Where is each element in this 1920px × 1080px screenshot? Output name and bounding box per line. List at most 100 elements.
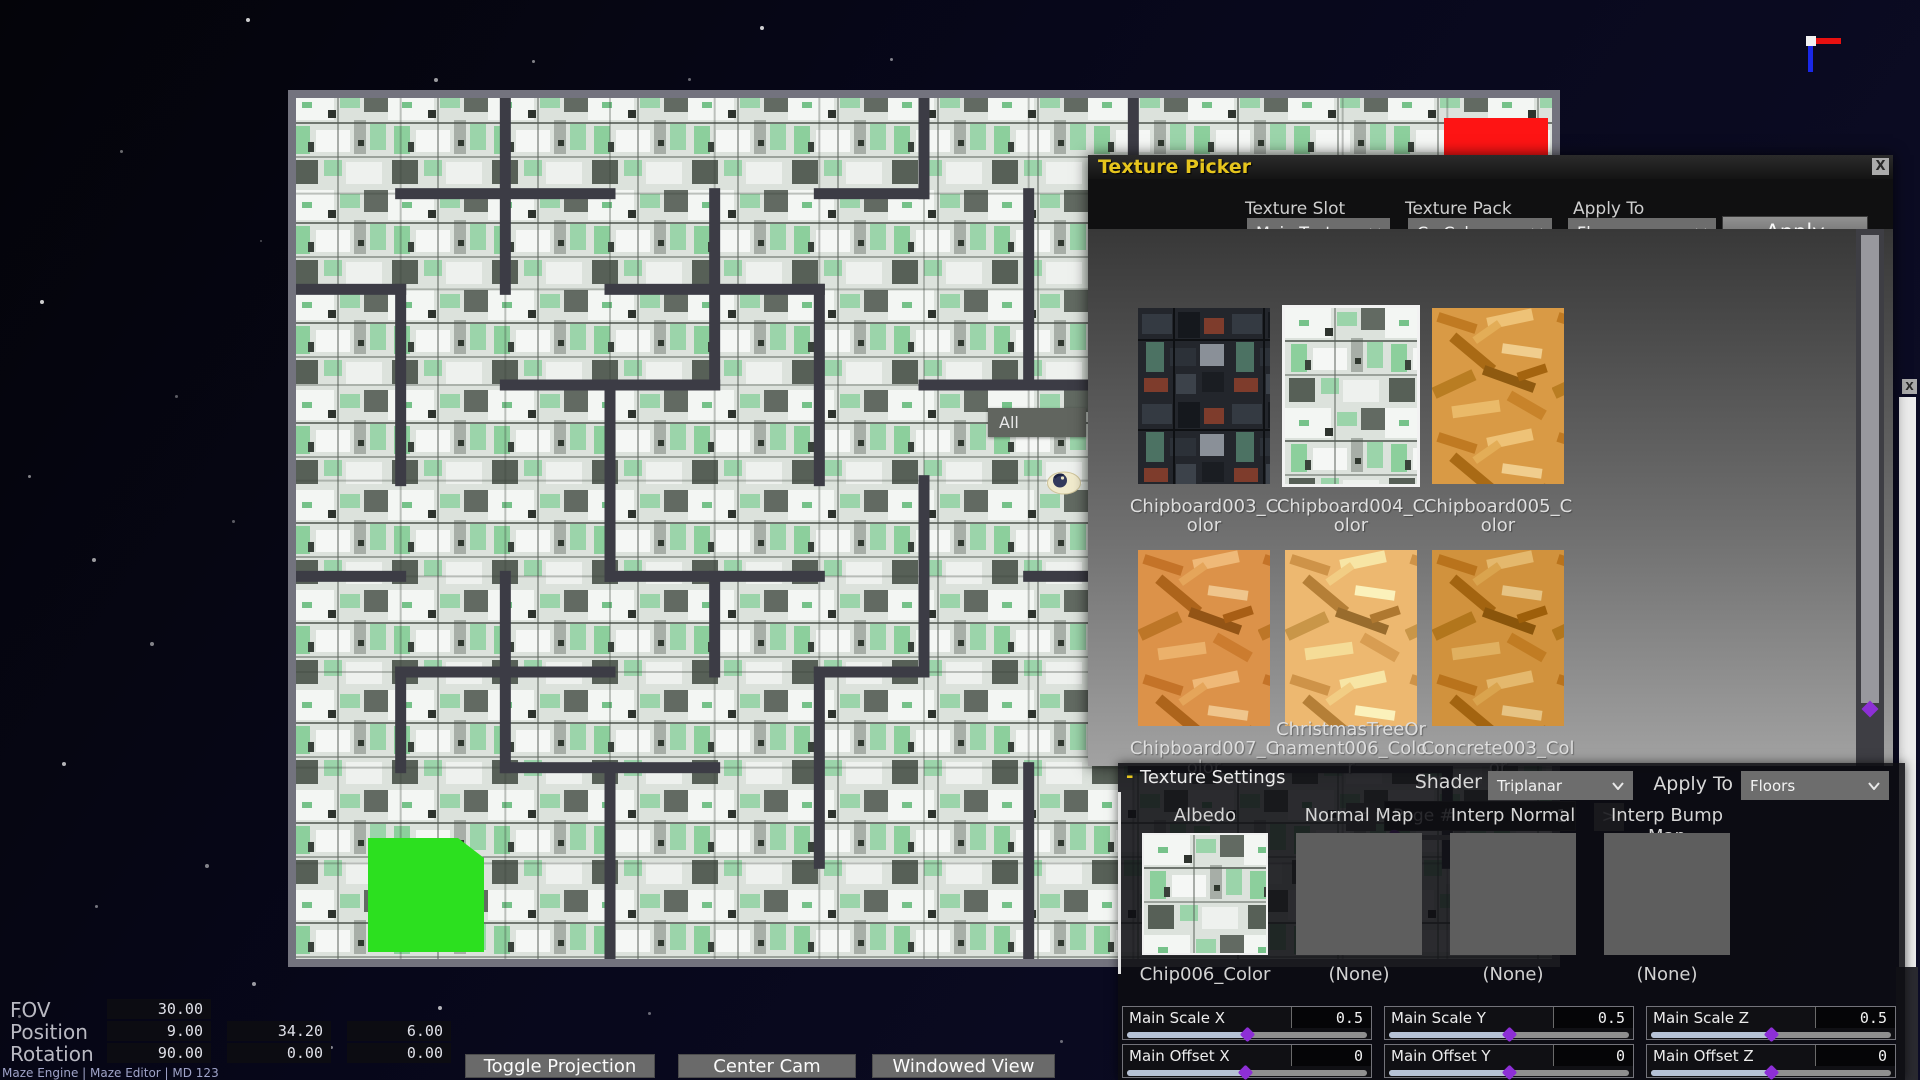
slider-track[interactable] [1127, 1070, 1367, 1076]
settings-left-edge [1118, 792, 1121, 974]
texture-card[interactable] [1138, 550, 1270, 726]
slider-value[interactable]: 0 [1553, 1045, 1633, 1066]
albedo-texture-slot[interactable] [1142, 833, 1268, 955]
slider-handle[interactable] [1764, 1027, 1780, 1043]
slider-handle[interactable] [1240, 1027, 1256, 1043]
star [40, 300, 44, 304]
star [120, 150, 123, 153]
slot-texture-name: Chip006_Color [1128, 964, 1282, 985]
slider-value[interactable]: 0.5 [1553, 1007, 1633, 1028]
texture-settings-title: Texture Settings [1140, 767, 1285, 788]
hud-value[interactable]: 0.00 [227, 1043, 331, 1063]
slider-fill [1651, 1032, 1771, 1038]
texture-thumbnail[interactable] [1432, 308, 1564, 484]
slider-main-offset-x[interactable]: Main Offset X 0 [1122, 1044, 1372, 1078]
texture-thumbnail[interactable] [1138, 308, 1270, 484]
hud-value[interactable]: 90.00 [107, 1043, 211, 1063]
slider-value[interactable]: 0.5 [1815, 1007, 1895, 1028]
hud-value[interactable]: 6.00 [347, 1021, 451, 1041]
slider-track[interactable] [1651, 1032, 1891, 1038]
slider-label: Main Scale X [1123, 1007, 1291, 1028]
status-bar: Maze Engine | Maze Editor | MD 123 [2, 1066, 219, 1080]
slider-main-offset-z[interactable]: Main Offset Z 0 [1646, 1044, 1896, 1078]
chevron-down-icon [1868, 782, 1880, 790]
slider-main-scale-z[interactable]: Main Scale Z 0.5 [1646, 1006, 1896, 1040]
texture-picker-title: Texture Picker [1098, 156, 1251, 178]
slider-label: Main Scale Z [1647, 1007, 1815, 1028]
slider-track[interactable] [1389, 1032, 1629, 1038]
tooltip-all: All [988, 408, 1086, 437]
star [28, 475, 31, 478]
slider-track[interactable] [1389, 1070, 1629, 1076]
star [246, 18, 250, 22]
slot-header: Interp Normal [1436, 805, 1590, 826]
slider-value[interactable]: 0 [1815, 1045, 1895, 1066]
texture-card[interactable] [1138, 308, 1270, 484]
slider-main-scale-x[interactable]: Main Scale X 0.5 [1122, 1006, 1372, 1040]
slider-fill [1127, 1070, 1245, 1076]
star [62, 762, 66, 766]
slider-label: Main Offset X [1123, 1045, 1291, 1066]
star [95, 905, 98, 908]
texture-card[interactable] [1432, 550, 1564, 726]
hud-value[interactable]: 9.00 [107, 1021, 211, 1041]
texture-thumbnail[interactable] [1138, 550, 1270, 726]
star [890, 58, 893, 61]
settings-apply-to-label: Apply To [1649, 773, 1733, 795]
star [688, 78, 691, 81]
slider-label: Main Offset Z [1647, 1045, 1815, 1066]
empty-texture-slot[interactable] [1450, 833, 1576, 955]
slider-value[interactable]: 0 [1291, 1045, 1371, 1066]
hud-value[interactable]: 0.00 [347, 1043, 451, 1063]
slot-header: Albedo [1128, 805, 1282, 826]
texture-grid-scrollbar-thumb[interactable] [1861, 235, 1879, 703]
collapse-toggle-icon[interactable]: - [1126, 766, 1133, 787]
windowed-view-button[interactable]: Windowed View [872, 1054, 1055, 1078]
texture-picker-titlebar[interactable]: Texture Picker X [1088, 155, 1893, 179]
settings-apply-to-dropdown[interactable]: Floors [1741, 771, 1889, 800]
star [648, 1012, 651, 1015]
slider-handle[interactable] [1764, 1065, 1780, 1080]
texture-name: Chipboard003_Color [1125, 488, 1283, 536]
toggle-projection-button[interactable]: Toggle Projection [465, 1054, 655, 1078]
center-cam-button[interactable]: Center Cam [678, 1054, 856, 1078]
hud-value[interactable]: 34.20 [227, 1021, 331, 1041]
texture-card[interactable] [1285, 308, 1417, 484]
slider-main-offset-y[interactable]: Main Offset Y 0 [1384, 1044, 1634, 1078]
close-icon[interactable]: X [1872, 158, 1889, 175]
settings-apply-to-value: Floors [1750, 777, 1795, 795]
slider-fill [1389, 1070, 1509, 1076]
position-label: Position [10, 1020, 88, 1044]
fov-value[interactable]: 30.00 [107, 999, 211, 1019]
empty-texture-slot[interactable] [1296, 833, 1422, 955]
texture-card[interactable] [1432, 308, 1564, 484]
texture-slot-label: Texture Slot [1245, 199, 1345, 219]
slider-fill [1389, 1032, 1509, 1038]
apply-to-label: Apply To [1573, 199, 1644, 219]
texture-thumbnail[interactable] [1432, 550, 1564, 726]
slider-track[interactable] [1651, 1070, 1891, 1076]
slider-handle[interactable] [1502, 1027, 1518, 1043]
star [434, 78, 438, 82]
shader-dropdown[interactable]: Triplanar [1488, 771, 1633, 800]
slider-handle[interactable] [1502, 1065, 1518, 1080]
empty-texture-slot[interactable] [1604, 833, 1730, 955]
axis-gizmo-x-axis [1816, 38, 1841, 44]
star [438, 1006, 442, 1010]
texture-name: Chipboard004_Color [1272, 488, 1430, 536]
star [205, 864, 209, 868]
hidden-window-close-button[interactable]: X [1902, 379, 1917, 394]
texture-thumbnail[interactable] [1285, 550, 1417, 726]
slider-track[interactable] [1127, 1032, 1367, 1038]
texture-thumbnail[interactable] [1285, 308, 1417, 484]
slider-value[interactable]: 0.5 [1291, 1007, 1371, 1028]
shader-value: Triplanar [1497, 777, 1562, 795]
axis-gizmo-y-axis [1808, 46, 1813, 72]
slider-main-scale-y[interactable]: Main Scale Y 0.5 [1384, 1006, 1634, 1040]
editor-viewport: All X Texture Picker X Texture Slot Text… [0, 0, 1920, 1080]
slot-texture-name: (None) [1590, 964, 1744, 985]
slider-handle[interactable] [1237, 1065, 1253, 1080]
texture-card[interactable] [1285, 550, 1417, 726]
star [92, 558, 96, 562]
texture-name: Chipboard005_Color [1419, 488, 1577, 536]
